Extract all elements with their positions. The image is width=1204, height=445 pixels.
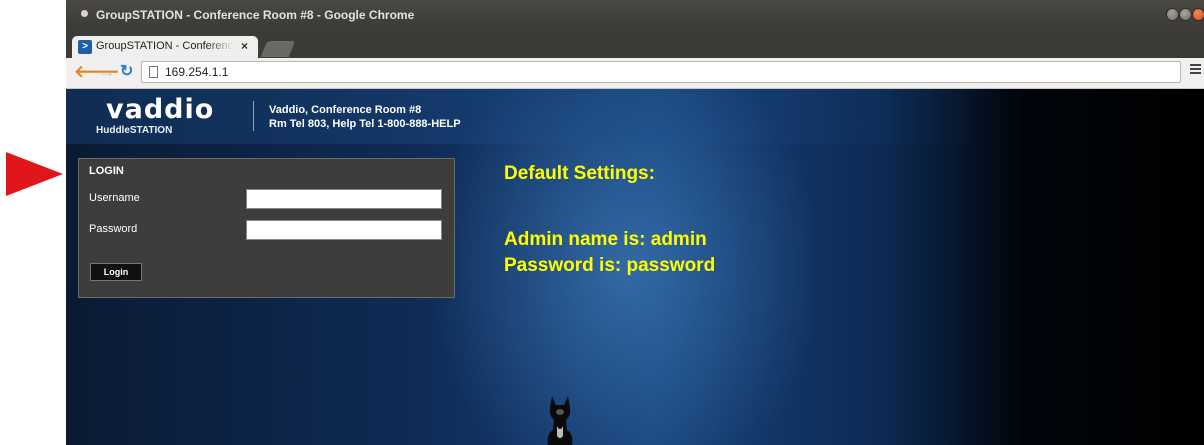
page-icon [149,66,158,78]
page-header: vaddio HuddleSTATION Vaddio, Conference … [66,89,1204,144]
browser-tab[interactable]: > GroupSTATION - Conference Room #8 × [72,36,258,58]
room-phone-info: Rm Tel 803, Help Tel 1-800-888-HELP [269,118,461,130]
red-pointer-arrow-icon [6,152,63,196]
new-tab-button[interactable] [260,41,296,57]
address-bar[interactable]: 169.254.1.1 [141,61,1181,83]
chrome-menu-icon[interactable] [1190,64,1201,74]
tab-strip: > GroupSTATION - Conference Room #8 × [66,30,1204,58]
browser-window: GroupSTATION - Conference Room #8 - Goog… [66,0,1204,445]
url-text[interactable]: 169.254.1.1 [165,65,228,79]
close-window-button[interactable] [1192,8,1204,21]
login-button[interactable]: Login [90,263,142,281]
default-password-note: Password is: password [504,255,716,276]
vaddio-favicon-icon: > [78,40,92,54]
window-title: GroupSTATION - Conference Room #8 - Goog… [96,8,415,22]
room-name: Vaddio, Conference Room #8 [269,104,422,116]
username-input[interactable] [246,189,442,209]
minimize-button[interactable] [1166,8,1179,21]
header-divider [253,101,254,131]
maximize-button[interactable] [1179,8,1192,21]
username-label: Username [89,192,140,204]
reload-icon[interactable]: ↻ [120,62,133,82]
forward-arrow-icon[interactable]: → [98,62,115,82]
product-name: HuddleSTATION [96,125,173,136]
window-titlebar: GroupSTATION - Conference Room #8 - Goog… [66,0,1204,30]
window-menu-dot-icon[interactable] [81,10,88,17]
password-label: Password [89,223,138,235]
vaddio-logo: vaddio [106,94,215,125]
page-viewport: vaddio HuddleSTATION Vaddio, Conference … [66,89,1204,445]
login-panel: LOGIN Username Password Login [78,158,455,298]
dog-mascot-image [547,396,573,445]
browser-toolbar: 🡐 → ↻ 169.254.1.1 [66,58,1204,89]
password-input[interactable] [246,220,442,240]
tab-title: GroupSTATION - Conference Room #8 [96,40,234,52]
default-settings-heading: Default Settings: [504,163,655,184]
default-admin-note: Admin name is: admin [504,229,707,250]
tab-close-icon[interactable]: × [241,39,248,53]
login-title: LOGIN [89,165,124,177]
